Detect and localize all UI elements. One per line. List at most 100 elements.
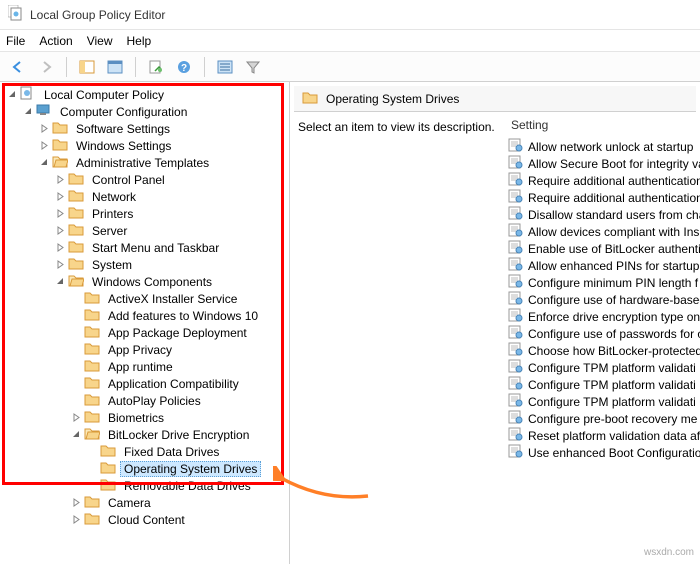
setting-item[interactable]: Configure minimum PIN length f xyxy=(508,274,700,291)
description-column: Select an item to view its description. xyxy=(298,118,508,564)
tree-item-sv[interactable]: Server xyxy=(0,222,289,239)
folder-icon xyxy=(52,120,72,137)
tree-label: App Privacy xyxy=(104,343,176,357)
tree-item-ss[interactable]: Software Settings xyxy=(0,120,289,137)
setting-label: Enforce drive encryption type on xyxy=(528,310,700,324)
folder-icon xyxy=(84,307,104,324)
tree-label: Add features to Windows 10 xyxy=(104,309,262,323)
tree-item-wc[interactable]: Windows Components xyxy=(0,273,289,290)
setting-item[interactable]: Configure TPM platform validati xyxy=(508,376,700,393)
tree-label: Control Panel xyxy=(88,173,169,187)
tree-computer-configuration[interactable]: Computer Configuration xyxy=(0,103,289,120)
tree-item-af[interactable]: Add features to Windows 10 xyxy=(0,307,289,324)
tree-label: Windows Settings xyxy=(72,139,175,153)
setting-label: Configure TPM platform validati xyxy=(528,361,696,375)
setting-item[interactable]: Allow network unlock at startup xyxy=(508,138,700,155)
filter-options-button[interactable] xyxy=(213,55,237,79)
tree-item-fdd[interactable]: Fixed Data Drives xyxy=(0,443,289,460)
tree-label: System xyxy=(88,258,136,272)
tree-item-ax[interactable]: ActiveX Installer Service xyxy=(0,290,289,307)
toolbar-separator xyxy=(204,57,205,77)
expand-icon[interactable] xyxy=(52,260,68,269)
filter-button[interactable] xyxy=(241,55,265,79)
setting-item[interactable]: Require additional authentication xyxy=(508,189,700,206)
setting-item[interactable]: Allow devices compliant with Ins xyxy=(508,223,700,240)
menu-help[interactable]: Help xyxy=(127,34,152,48)
setting-item[interactable]: Enforce drive encryption type on xyxy=(508,308,700,325)
tree-label: BitLocker Drive Encryption xyxy=(104,428,253,442)
setting-item[interactable]: Reset platform validation data af xyxy=(508,427,700,444)
help-button[interactable]: ? xyxy=(172,55,196,79)
tree-item-pr[interactable]: Printers xyxy=(0,205,289,222)
folder-icon xyxy=(84,290,104,307)
tree-item-cp[interactable]: Control Panel xyxy=(0,171,289,188)
setting-label: Configure use of hardware-based xyxy=(528,293,700,307)
setting-item[interactable]: Allow enhanced PINs for startup xyxy=(508,257,700,274)
expand-icon[interactable] xyxy=(52,209,68,218)
setting-item[interactable]: Configure pre-boot recovery me xyxy=(508,410,700,427)
tree-item-osd[interactable]: Operating System Drives xyxy=(0,460,289,477)
expand-icon[interactable] xyxy=(68,498,84,507)
tree-item-cld[interactable]: Cloud Content xyxy=(0,511,289,528)
tree-item-cam[interactable]: Camera xyxy=(0,494,289,511)
setting-item[interactable]: Choose how BitLocker-protected xyxy=(508,342,700,359)
tree-item-art[interactable]: App runtime xyxy=(0,358,289,375)
expand-icon[interactable] xyxy=(36,124,52,133)
expand-icon[interactable] xyxy=(52,175,68,184)
collapse-icon[interactable] xyxy=(52,277,68,286)
menu-file[interactable]: File xyxy=(6,34,25,48)
tree-item-apv[interactable]: App Privacy xyxy=(0,341,289,358)
show-hide-tree-button[interactable] xyxy=(75,55,99,79)
tree-label: Operating System Drives xyxy=(120,461,261,477)
tree-item-ws[interactable]: Windows Settings xyxy=(0,137,289,154)
tree-item-sys[interactable]: System xyxy=(0,256,289,273)
tree-item-bde[interactable]: BitLocker Drive Encryption xyxy=(0,426,289,443)
tree-item-at[interactable]: Administrative Templates xyxy=(0,154,289,171)
expand-icon[interactable] xyxy=(52,226,68,235)
folder-icon xyxy=(100,460,120,477)
collapse-icon[interactable] xyxy=(20,107,36,116)
tree-root[interactable]: Local Computer Policy xyxy=(0,86,289,103)
tree-item-rdd[interactable]: Removable Data Drives xyxy=(0,477,289,494)
properties-button[interactable] xyxy=(103,55,127,79)
setting-item[interactable]: Disallow standard users from cha xyxy=(508,206,700,223)
tree-item-acm[interactable]: Application Compatibility xyxy=(0,375,289,392)
menu-view[interactable]: View xyxy=(87,34,113,48)
export-button[interactable] xyxy=(144,55,168,79)
setting-column-header[interactable]: Setting xyxy=(508,118,700,132)
expand-icon[interactable] xyxy=(52,243,68,252)
tree-item-apd[interactable]: App Package Deployment xyxy=(0,324,289,341)
expand-icon[interactable] xyxy=(68,515,84,524)
collapse-icon[interactable] xyxy=(36,158,52,167)
setting-item[interactable]: Enable use of BitLocker authentic xyxy=(508,240,700,257)
folder-icon xyxy=(84,392,104,409)
setting-icon xyxy=(508,172,528,189)
menu-action[interactable]: Action xyxy=(39,34,72,48)
expand-icon[interactable] xyxy=(68,413,84,422)
back-button[interactable] xyxy=(6,55,30,79)
tree-label: Local Computer Policy xyxy=(40,88,168,102)
setting-item[interactable]: Require additional authentication xyxy=(508,172,700,189)
tree-item-bio[interactable]: Biometrics xyxy=(0,409,289,426)
tree-item-smt[interactable]: Start Menu and Taskbar xyxy=(0,239,289,256)
setting-item[interactable]: Use enhanced Boot Configuratio xyxy=(508,444,700,461)
folder-icon xyxy=(52,137,72,154)
forward-button[interactable] xyxy=(34,55,58,79)
folder-icon xyxy=(84,358,104,375)
computer-icon xyxy=(36,103,56,120)
tree-item-apl[interactable]: AutoPlay Policies xyxy=(0,392,289,409)
setting-item[interactable]: Configure use of passwords for o xyxy=(508,325,700,342)
expand-icon[interactable] xyxy=(36,141,52,150)
setting-item[interactable]: Configure TPM platform validati xyxy=(508,393,700,410)
folder-icon xyxy=(84,494,104,511)
tree-pane[interactable]: Local Computer Policy Computer Configura… xyxy=(0,82,290,564)
setting-item[interactable]: Configure TPM platform validati xyxy=(508,359,700,376)
setting-item[interactable]: Allow Secure Boot for integrity va xyxy=(508,155,700,172)
collapse-icon[interactable] xyxy=(4,90,20,99)
folder-icon xyxy=(302,90,326,107)
policy-icon xyxy=(20,86,40,103)
collapse-icon[interactable] xyxy=(68,430,84,439)
expand-icon[interactable] xyxy=(52,192,68,201)
setting-item[interactable]: Configure use of hardware-based xyxy=(508,291,700,308)
tree-item-nw[interactable]: Network xyxy=(0,188,289,205)
